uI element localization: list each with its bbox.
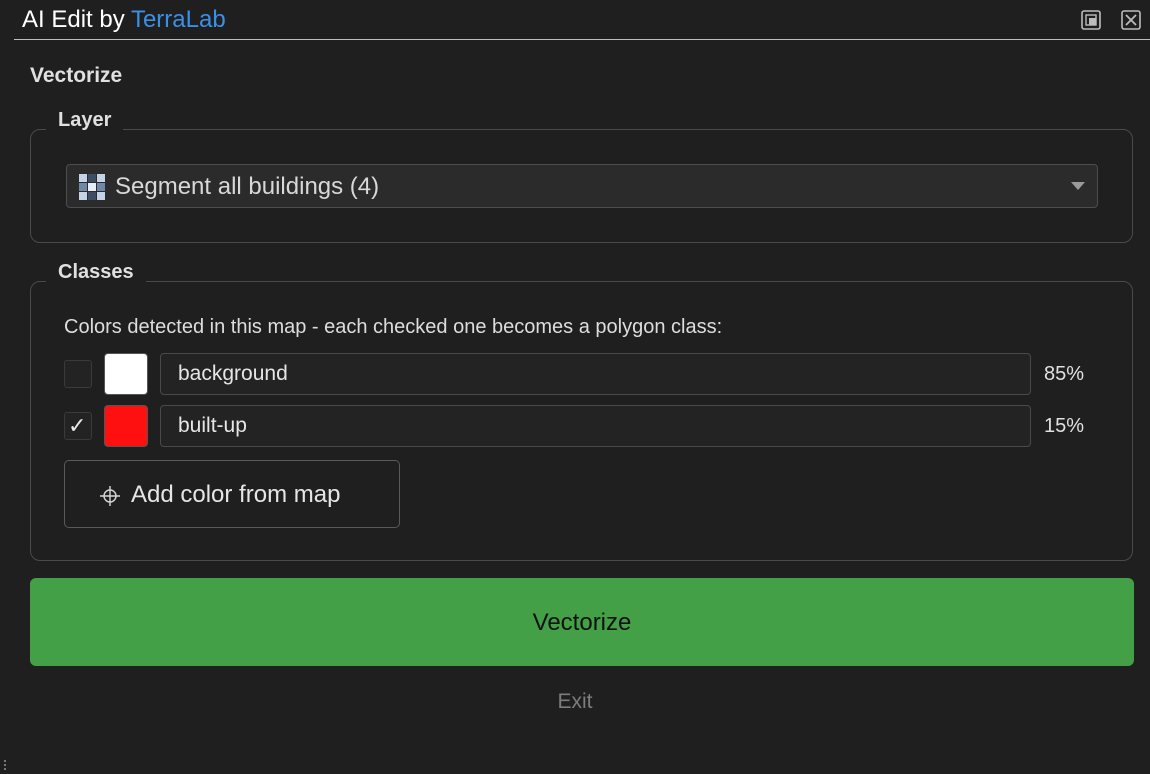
crosshair-icon bbox=[99, 485, 121, 507]
chevron-down-icon bbox=[1071, 182, 1085, 190]
section-heading: Vectorize bbox=[30, 64, 123, 87]
class-color-swatch[interactable] bbox=[104, 353, 148, 395]
class-name-input[interactable] bbox=[160, 405, 1031, 447]
class-row: ✓ 15% bbox=[0, 405, 1150, 447]
raster-layer-icon bbox=[79, 174, 105, 200]
vectorize-button-label: Vectorize bbox=[532, 609, 632, 636]
layer-select-value: Segment all buildings (4) bbox=[115, 173, 380, 200]
close-icon bbox=[1121, 10, 1141, 30]
window-title-brand: TerraLab bbox=[130, 6, 226, 33]
layer-group-title: Layer bbox=[46, 109, 124, 132]
window-title: AI Edit by TerraLab bbox=[22, 6, 226, 34]
class-percent: 85% bbox=[1044, 363, 1085, 385]
class-checkbox[interactable] bbox=[64, 360, 92, 388]
float-window-button[interactable] bbox=[1080, 9, 1102, 31]
class-row: 85% bbox=[0, 353, 1150, 395]
vectorize-button[interactable]: Vectorize bbox=[30, 578, 1134, 666]
resize-grip[interactable] bbox=[4, 760, 8, 772]
class-percent: 15% bbox=[1044, 415, 1085, 437]
class-name-input[interactable] bbox=[160, 353, 1031, 395]
ai-edit-dialog: AI Edit by TerraLab Vectorize Layer Segm… bbox=[0, 0, 1150, 774]
float-window-icon bbox=[1081, 10, 1101, 30]
layer-select[interactable]: Segment all buildings (4) bbox=[66, 164, 1098, 208]
close-window-button[interactable] bbox=[1120, 9, 1142, 31]
exit-button[interactable]: Exit bbox=[0, 690, 1150, 714]
classes-group-title: Classes bbox=[46, 261, 146, 284]
checkmark-icon: ✓ bbox=[68, 413, 87, 438]
class-checkbox[interactable]: ✓ bbox=[64, 412, 92, 440]
add-color-label: Add color from map bbox=[131, 481, 341, 508]
classes-description: Colors detected in this map - each check… bbox=[64, 316, 723, 338]
class-color-swatch[interactable] bbox=[104, 405, 148, 447]
title-bar: AI Edit by TerraLab bbox=[14, 0, 1150, 40]
window-title-prefix: AI Edit by bbox=[22, 6, 131, 33]
add-color-from-map-button[interactable]: Add color from map bbox=[64, 460, 400, 528]
